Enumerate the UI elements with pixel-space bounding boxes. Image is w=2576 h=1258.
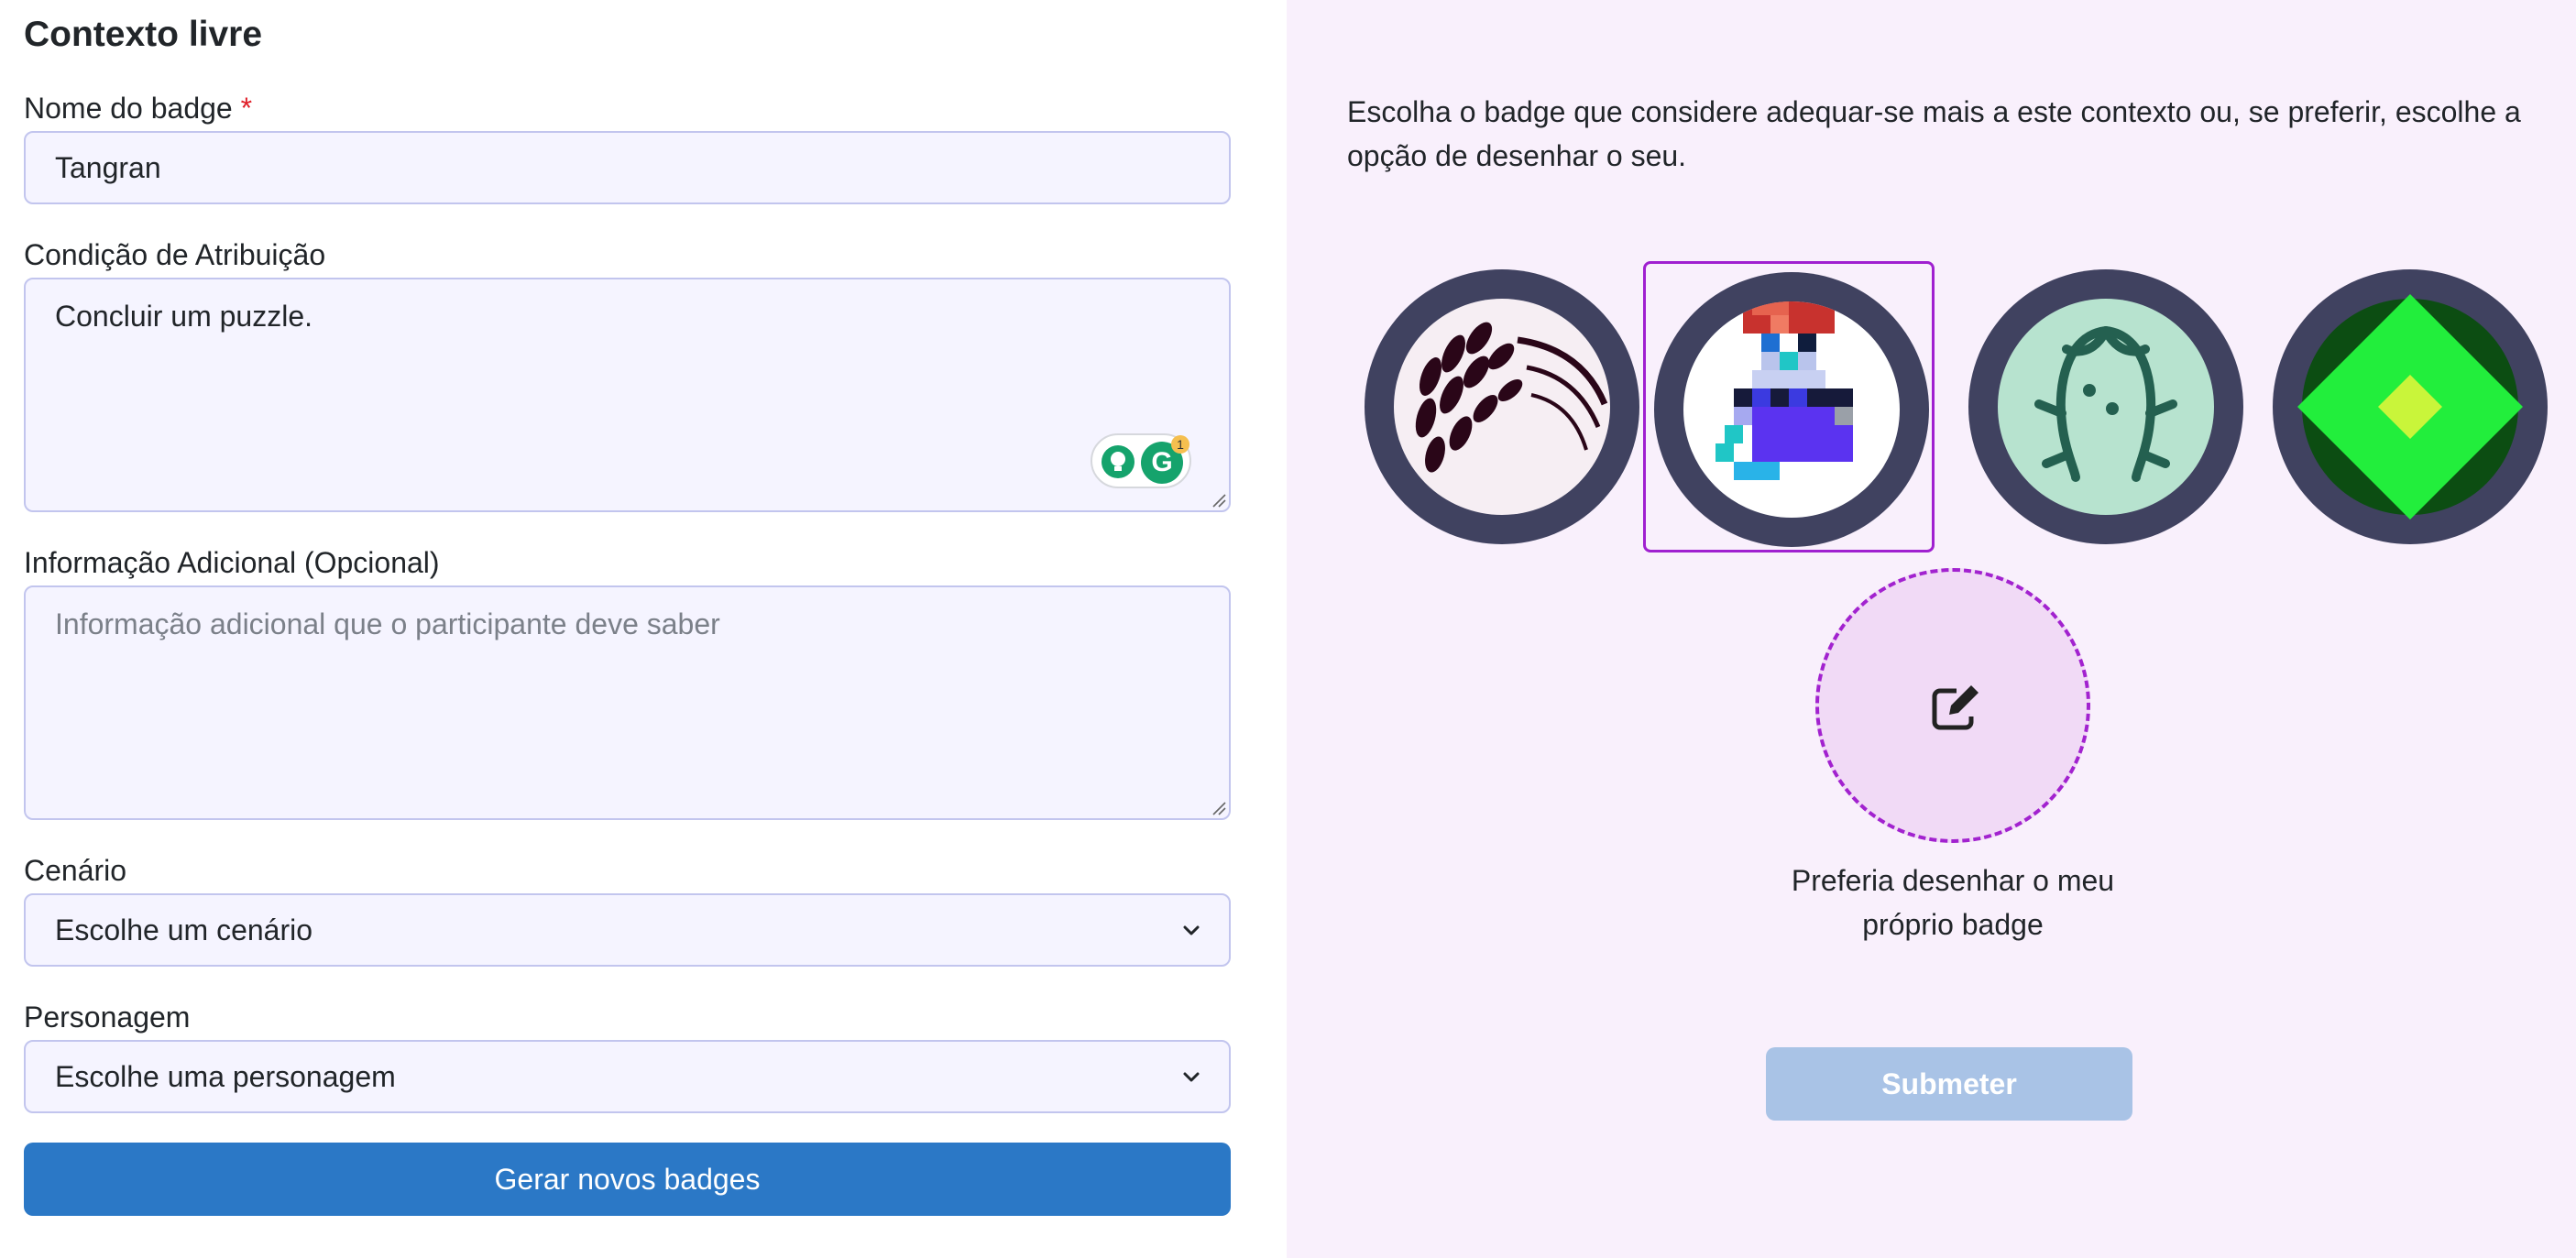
lightbulb-icon[interactable] [1102, 445, 1135, 478]
page-title: Contexto livre [24, 15, 263, 54]
condition-textarea[interactable]: Concluir um puzzle. [24, 278, 1231, 512]
character-select[interactable]: Escolhe uma personagem [24, 1040, 1231, 1113]
condition-value: Concluir um puzzle. [55, 300, 312, 333]
scenario-label: Cenário [24, 854, 127, 887]
resize-handle-icon[interactable] [1211, 801, 1226, 815]
badge-option-pixel-character[interactable] [1643, 261, 1935, 552]
draw-own-badge-label: Preferia desenhar o meu próprio badge [1791, 864, 2115, 941]
creature-face-icon [1968, 269, 2243, 544]
condition-label: Condição de Atribuição [24, 238, 326, 271]
character-selected-value: Escolhe uma personagem [55, 1060, 396, 1093]
draw-own-badge-button[interactable] [1815, 568, 2090, 843]
badge-option-creature-face[interactable] [1960, 261, 2252, 552]
badge-form: Contexto livre Nome do badge * Tangran C… [0, 0, 1287, 1258]
badge-name-label: Nome do badge * [24, 92, 252, 126]
extra-info-textarea[interactable]: Informação adicional que o participante … [24, 585, 1231, 820]
extra-info-label: Informação Adicional (Opcional) [24, 546, 440, 579]
badge-option-green-diamond[interactable] [2264, 261, 2556, 552]
required-mark: * [240, 92, 253, 125]
submit-button[interactable]: Submeter [1766, 1047, 2132, 1121]
green-diamond-icon [2273, 269, 2548, 544]
chevron-down-icon [1183, 1072, 1200, 1082]
feather-icon [1365, 269, 1639, 544]
badge-name-label-text: Nome do badge [24, 92, 233, 125]
character-label: Personagem [24, 1001, 191, 1034]
badge-name-input[interactable]: Tangran [24, 131, 1231, 204]
badge-option-feather[interactable] [1356, 261, 1648, 552]
badge-selection-panel: Escolha o badge que considere adequar-se… [1287, 0, 2576, 1258]
scenario-select[interactable]: Escolhe um cenário [24, 893, 1231, 967]
scenario-selected-value: Escolhe um cenário [55, 913, 313, 946]
badge-name-value: Tangran [55, 151, 161, 184]
grammarly-count-badge: 1 [1171, 435, 1189, 454]
instructions-text: Escolha o badge que considere adequar-se… [1347, 95, 2521, 172]
chevron-down-icon [1183, 925, 1200, 935]
resize-handle-icon[interactable] [1211, 493, 1226, 508]
extra-info-placeholder: Informação adicional que o participante … [55, 607, 720, 640]
generate-badges-button[interactable]: Gerar novos badges [24, 1143, 1231, 1216]
grammarly-widget[interactable]: G 1 [1091, 433, 1191, 488]
edit-icon [1932, 680, 1984, 730]
pixel-character-icon [1654, 272, 1929, 547]
